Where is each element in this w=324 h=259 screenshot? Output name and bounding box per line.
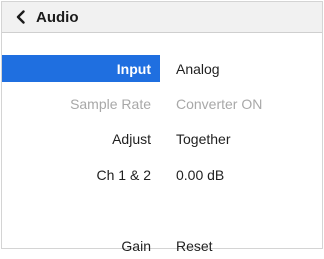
setting-value[interactable]: Analog <box>160 55 220 82</box>
setting-row-input[interactable]: Input Analog <box>2 55 322 82</box>
setting-label: Gain <box>121 237 151 254</box>
setting-row-ch-1-2[interactable]: Ch 1 & 2 0.00 dB <box>2 161 322 188</box>
setting-value: Converter ON <box>176 95 263 112</box>
panel-title: Audio <box>36 8 79 26</box>
setting-label: Sample Rate <box>70 95 151 112</box>
setting-row-adjust[interactable]: Adjust Together <box>2 125 322 152</box>
audio-settings-panel: Audio Input Analog Sample Rate Converter… <box>1 1 323 254</box>
setting-label: Input <box>2 55 160 82</box>
setting-value[interactable]: 0.00 dB <box>160 161 224 188</box>
panel-header: Audio <box>2 2 322 33</box>
setting-row-gain[interactable]: Gain Reset <box>2 232 322 259</box>
chevron-left-icon[interactable] <box>8 2 34 32</box>
setting-value[interactable]: Reset <box>160 232 213 259</box>
setting-row-sample-rate: Sample Rate Converter ON <box>2 90 322 117</box>
setting-label: Adjust <box>112 130 151 147</box>
setting-value[interactable]: Together <box>160 125 230 152</box>
setting-label: Ch 1 & 2 <box>96 166 151 183</box>
